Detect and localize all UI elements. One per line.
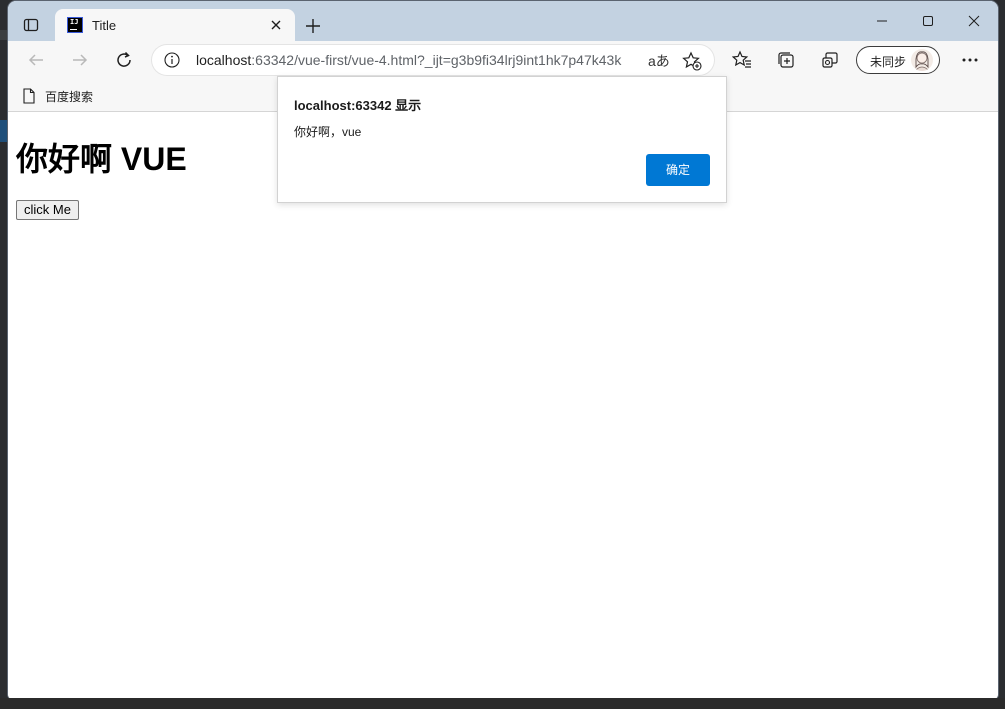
arrow-right-icon: [73, 54, 88, 66]
minimize-button[interactable]: [859, 7, 905, 35]
browser-essentials-button[interactable]: [819, 49, 841, 71]
more-horizontal-icon: [962, 58, 978, 62]
bookmark-item[interactable]: 百度搜索: [22, 86, 93, 106]
back-button[interactable]: [21, 45, 51, 75]
info-icon[interactable]: [164, 52, 180, 68]
more-options-button[interactable]: [958, 48, 982, 72]
refresh-icon: [117, 51, 131, 67]
new-tab-button[interactable]: [300, 13, 326, 39]
browser-window: IJ Title localhost:63342/vue-first/vue-4…: [8, 1, 998, 700]
favorites-list-icon: [732, 50, 751, 68]
forward-button[interactable]: [65, 45, 95, 75]
dialog-message: 你好啊，vue: [294, 125, 362, 139]
click-me-button[interactable]: click Me: [16, 200, 79, 220]
tab-actions-button[interactable]: [16, 11, 46, 39]
close-icon: [968, 15, 980, 27]
plus-icon: [306, 19, 320, 33]
close-window-button[interactable]: [951, 7, 997, 35]
bookmark-label: 百度搜索: [45, 89, 94, 104]
intellij-icon: IJ: [67, 17, 83, 33]
browser-toolbar: localhost:63342/vue-first/vue-4.html?_ij…: [8, 41, 998, 79]
address-bar[interactable]: localhost:63342/vue-first/vue-4.html?_ij…: [152, 45, 714, 75]
arrow-left-icon: [28, 54, 43, 66]
ok-button[interactable]: 确定: [646, 154, 710, 186]
avatar: [911, 49, 933, 71]
desktop-edge-accent: [0, 120, 8, 142]
tab-actions-icon: [23, 18, 39, 32]
tab-active[interactable]: IJ Title: [55, 9, 295, 41]
close-icon: [271, 20, 281, 30]
alert-dialog: localhost:63342 显示 你好啊，vue 确定: [277, 76, 727, 203]
page-icon: [23, 88, 35, 104]
maximize-button[interactable]: [905, 7, 951, 35]
maximize-icon: [923, 16, 933, 26]
add-favorite-icon[interactable]: [682, 51, 702, 71]
sync-status-label: 未同步: [870, 55, 907, 69]
dialog-title: localhost:63342 显示: [294, 98, 422, 113]
page-heading: 你好啊 VUE: [16, 141, 187, 177]
url-text[interactable]: localhost:63342/vue-first/vue-4.html?_ij…: [196, 52, 621, 68]
tab-title: Title: [92, 18, 117, 33]
url-host: localhost: [196, 52, 252, 68]
url-path: :63342/vue-first/vue-4.html?_ijt=g3b9fi3…: [251, 52, 622, 68]
title-bar: IJ Title: [8, 1, 998, 41]
collections-button[interactable]: [775, 49, 797, 71]
minimize-icon: [877, 20, 887, 22]
favorites-button[interactable]: [731, 49, 753, 71]
sync-profile-button[interactable]: 未同步: [856, 46, 940, 74]
read-aloud-icon[interactable]: aあ: [648, 51, 670, 71]
tab-close-button[interactable]: [267, 16, 285, 34]
desktop-background: [0, 698, 1005, 709]
avatar-icon: [914, 51, 930, 71]
essentials-icon: [822, 52, 838, 68]
collections-icon: [778, 52, 794, 68]
desktop-edge: [0, 30, 8, 40]
refresh-button[interactable]: [109, 45, 139, 75]
